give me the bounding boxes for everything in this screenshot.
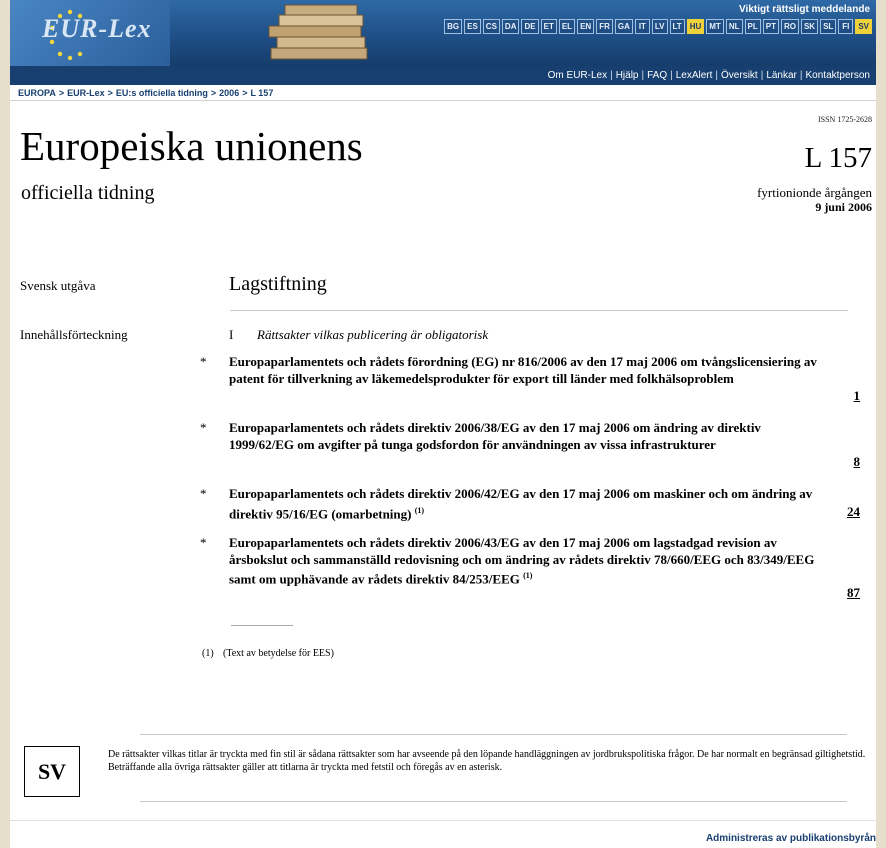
journal-subtitle: officiella tidning: [21, 182, 155, 204]
language-ga-button[interactable]: GA: [614, 19, 633, 34]
toc-entry: * Europaparlamentets och rådets direktiv…: [200, 535, 860, 601]
language-mt-button[interactable]: MT: [706, 19, 724, 34]
language-de-button[interactable]: DE: [521, 19, 539, 34]
language-pl-button[interactable]: PL: [744, 19, 761, 34]
nav-link[interactable]: Kontaktperson: [806, 70, 871, 81]
language-ro-button[interactable]: RO: [780, 19, 799, 34]
language-fr-button[interactable]: FR: [596, 19, 613, 34]
nav-link[interactable]: Om EUR-Lex: [548, 70, 607, 81]
language-el-button[interactable]: EL: [558, 19, 576, 34]
footnote-ref: (1): [414, 505, 425, 515]
page-link[interactable]: 8: [854, 454, 861, 470]
language-code-box: SV: [24, 746, 80, 797]
language-bg-button[interactable]: BG: [444, 19, 463, 34]
asterisk-marker: *: [200, 420, 207, 435]
breadcrumb-item[interactable]: EUR-Lex: [67, 88, 105, 98]
nav-link[interactable]: Översikt: [721, 70, 758, 81]
nav-link[interactable]: LexAlert: [676, 70, 713, 81]
note-divider-top: [140, 734, 847, 735]
language-cs-button[interactable]: CS: [482, 19, 500, 34]
issue-number: L 157: [804, 142, 872, 174]
language-pt-button[interactable]: PT: [762, 19, 779, 34]
part-heading: I Rättsakter vilkas publicering är obliga…: [229, 327, 488, 343]
entry-title[interactable]: Europaparlamentets och rådets direktiv 2…: [229, 420, 819, 453]
entry-title[interactable]: Europaparlamentets och rådets direktiv 2…: [229, 486, 819, 522]
note-line-2: Beträffande alla övriga rättsakter gälle…: [108, 762, 503, 773]
toc-entry: * Europaparlamentets och rådets direktiv…: [200, 420, 860, 470]
toc-label: Innehållsförteckning: [20, 327, 128, 342]
nav-separator: |: [610, 70, 613, 81]
language-lv-button[interactable]: LV: [651, 19, 668, 34]
language-en-button[interactable]: EN: [577, 19, 595, 34]
eurlex-banner: EUR-Lex Viktigt rättsligt meddelande BG E…: [10, 0, 876, 66]
nav-link[interactable]: FAQ: [647, 70, 667, 81]
nav-separator: |: [641, 70, 645, 81]
toc-entry: * Europaparlamentets och rådets förordni…: [200, 354, 860, 404]
language-es-button[interactable]: ES: [464, 19, 481, 34]
language-lt-button[interactable]: LT: [669, 19, 685, 34]
page-link[interactable]: 24: [847, 504, 860, 520]
breadcrumb: EUROPA > EUR-Lex > EU:s officiella tidning >2…: [10, 85, 876, 101]
page-link[interactable]: 1: [854, 388, 861, 404]
volume-year: fyrtionionde årgången: [757, 185, 872, 200]
asterisk-marker: *: [200, 535, 207, 550]
note-divider-bottom: [140, 801, 847, 802]
language-selector: BG ES CS DA DE ET EL EN FR GA IT LV LT HU MT NL PL PT RO SK…: [444, 19, 872, 34]
language-fi-button[interactable]: FI: [838, 19, 854, 34]
footnote: (1) (Text av betydelse för EES): [202, 648, 334, 659]
edition-label: Svensk utgåva: [20, 278, 96, 293]
entry-title[interactable]: Europaparlamentets och rådets förordning…: [229, 354, 819, 387]
asterisk-marker: *: [200, 354, 207, 369]
breadcrumb-separator: >: [107, 88, 113, 98]
language-et-button[interactable]: ET: [540, 19, 557, 34]
page: EUR-Lex Viktigt rättsligt meddelande BG E…: [10, 0, 876, 848]
footnote-ref: (1): [523, 571, 533, 580]
breadcrumb-separator: >: [210, 88, 217, 98]
top-nav: Om EUR-Lex | Hjälp | FAQ | LexAlert | Översikt | L…: [10, 66, 876, 85]
footnote-number: (1): [202, 648, 214, 659]
footnote-text: (Text av betydelse för EES): [223, 648, 334, 659]
nav-link[interactable]: Länkar: [766, 70, 797, 81]
page-link[interactable]: 87: [847, 585, 860, 601]
language-it-button[interactable]: IT: [634, 19, 650, 34]
books-icon: [268, 4, 368, 60]
publications-office-link[interactable]: Administreras av publikationsbyrån: [706, 833, 876, 844]
journal-title: Europeiska unionens: [20, 123, 363, 169]
language-sk-button[interactable]: SK: [800, 19, 819, 34]
entry-title[interactable]: Europaparlamentets och rådets direktiv 2…: [229, 535, 819, 588]
toc-entry: * Europaparlamentets och rådets direktiv…: [200, 486, 860, 522]
nav-separator: |: [715, 70, 719, 81]
footer-divider: [10, 820, 876, 821]
breadcrumb-item[interactable]: 2006: [219, 88, 239, 98]
breadcrumb-separator: >: [58, 88, 65, 98]
section-divider: [230, 310, 848, 311]
section-heading: Lagstiftning: [229, 273, 327, 295]
footnote-divider: [231, 625, 293, 626]
language-nl-button[interactable]: NL: [725, 19, 743, 34]
breadcrumb-separator: >: [242, 88, 248, 98]
logo-text: EUR-Lex: [42, 14, 152, 43]
nav-separator: |: [799, 70, 803, 81]
eurlex-logo[interactable]: EUR-Lex: [10, 0, 170, 66]
asterisk-marker: *: [200, 486, 207, 501]
language-sl-button[interactable]: SL: [820, 19, 837, 34]
issue-date: 9 juni 2006: [815, 200, 872, 214]
part-title: Rättsakter vilkas publicering är obligat…: [257, 327, 489, 342]
legal-notice-link[interactable]: Viktigt rättsligt meddelande: [739, 4, 870, 15]
typography-note: De rättsakter vilkas titlar är tryckta m…: [108, 748, 870, 774]
note-line-1: De rättsakter vilkas titlar är tryckta m…: [108, 749, 866, 760]
language-hu-button[interactable]: HU: [686, 19, 705, 34]
language-da-button[interactable]: DA: [501, 19, 520, 34]
breadcrumb-item: L 157: [250, 88, 274, 98]
nav-separator: |: [670, 70, 673, 81]
nav-link[interactable]: Hjälp: [616, 70, 639, 81]
breadcrumb-item[interactable]: EU:s officiella tidning: [116, 88, 208, 98]
breadcrumb-item[interactable]: EUROPA: [18, 88, 56, 98]
part-roman: I: [229, 327, 234, 342]
language-sv-button[interactable]: SV: [855, 19, 872, 34]
issn: ISSN 1725-2628: [817, 115, 872, 124]
